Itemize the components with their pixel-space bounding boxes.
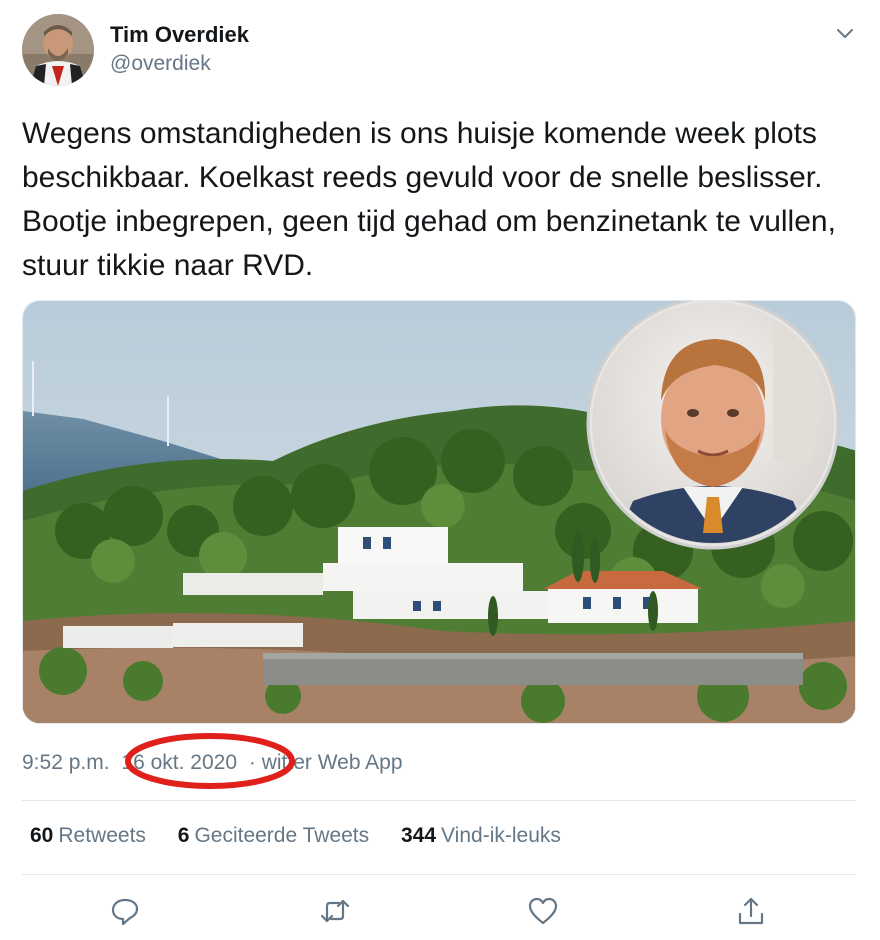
- chevron-down-icon[interactable]: [832, 20, 858, 46]
- quote-tweets-stat[interactable]: 6 Geciteerde Tweets: [178, 820, 369, 852]
- like-icon[interactable]: [526, 894, 560, 928]
- retweets-count: 60: [30, 824, 54, 847]
- quotes-label: Geciteerde Tweets: [194, 824, 370, 847]
- divider: [22, 874, 856, 875]
- tweet-source[interactable]: witter Web App: [262, 746, 403, 780]
- author-block[interactable]: Tim Overdiek @overdiek: [110, 22, 249, 78]
- tweet-card: Tim Overdiek @overdiek Wegens omstandigh…: [0, 0, 880, 940]
- meta-separator: ·: [248, 751, 256, 774]
- tweet-meta: 9:52 p.m. 16 okt. 2020 · witter Web App: [22, 746, 403, 780]
- likes-stat[interactable]: 344 Vind-ik-leuks: [401, 820, 561, 852]
- action-bar: [0, 888, 880, 932]
- likes-count: 344: [401, 824, 437, 847]
- quotes-count: 6: [177, 824, 190, 847]
- tweet-media-image[interactable]: [22, 300, 856, 724]
- tweet-time[interactable]: 9:52 p.m.: [22, 746, 110, 780]
- divider: [22, 800, 856, 801]
- retweets-stat[interactable]: 60 Retweets: [30, 820, 146, 852]
- reply-icon[interactable]: [108, 894, 142, 928]
- likes-label: Vind-ik-leuks: [441, 824, 561, 847]
- share-icon[interactable]: [734, 894, 768, 928]
- author-name[interactable]: Tim Overdiek: [110, 22, 249, 48]
- retweet-icon[interactable]: [318, 894, 352, 928]
- tweet-date[interactable]: 16 okt. 2020: [115, 746, 243, 780]
- avatar[interactable]: [22, 14, 94, 86]
- tweet-stats: 60 Retweets 6 Geciteerde Tweets 344 Vind-ik…: [30, 820, 587, 852]
- retweets-label: Retweets: [58, 824, 146, 847]
- author-handle[interactable]: @overdiek: [110, 50, 249, 78]
- tweet-text: Wegens omstandigheden is ons huisje kome…: [22, 117, 836, 282]
